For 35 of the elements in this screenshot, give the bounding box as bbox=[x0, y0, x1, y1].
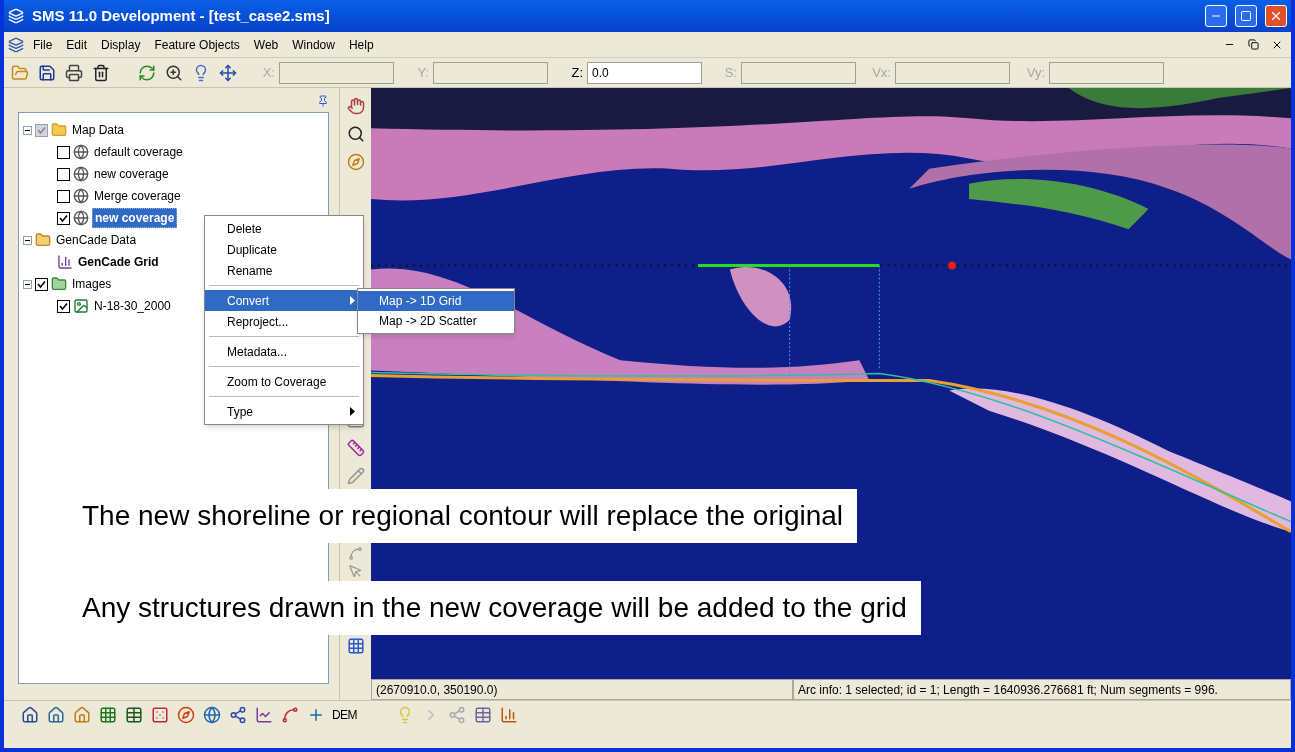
menu-item[interactable]: Map -> 2D Scatter bbox=[358, 311, 514, 331]
menu-item[interactable]: Window bbox=[287, 35, 340, 54]
tree-item[interactable]: N-18-30_2000 bbox=[92, 297, 173, 315]
menu-item[interactable]: Display bbox=[96, 35, 146, 54]
menu-item[interactable]: Help bbox=[343, 35, 379, 54]
dem-button[interactable]: DEM bbox=[330, 702, 359, 727]
field-label: Vx: bbox=[871, 63, 891, 82]
field-label: Z: bbox=[570, 63, 583, 82]
window-title: SMS 11.0 Development - [test_case2.sms] bbox=[32, 5, 331, 26]
menu-item[interactable]: Delete bbox=[205, 218, 363, 239]
field-label: Vy: bbox=[1025, 63, 1045, 82]
tree-item[interactable]: GenCade Grid bbox=[76, 253, 161, 271]
tree-item[interactable]: GenCade Data bbox=[54, 231, 139, 249]
field-label: X: bbox=[261, 63, 275, 82]
coordinate-field[interactable]: 0.0 bbox=[587, 61, 702, 84]
tree-item[interactable]: Images bbox=[70, 275, 114, 293]
menu-item[interactable]: Rename bbox=[205, 260, 363, 281]
tree-item[interactable]: Map Data bbox=[70, 121, 127, 139]
menu-item[interactable]: Map -> 1D Grid bbox=[358, 291, 514, 311]
tree-item[interactable]: default coverage bbox=[92, 143, 185, 161]
field-label: S: bbox=[723, 63, 737, 82]
menu-item[interactable]: Duplicate bbox=[205, 239, 363, 260]
status-info: Arc info: 1 selected; id = 1; Length = 1640936.276681 ft; Num segments = 996. bbox=[793, 679, 1291, 700]
menu-item[interactable]: Zoom to Coverage bbox=[205, 371, 363, 392]
menu-item[interactable]: Metadata... bbox=[205, 341, 363, 362]
tree-item[interactable]: new coverage bbox=[92, 208, 178, 228]
menu-item[interactable]: Feature Objects bbox=[149, 35, 245, 54]
tree-item[interactable]: Merge coverage bbox=[92, 187, 183, 205]
field-label: Y: bbox=[416, 63, 429, 82]
menu-item[interactable]: Edit bbox=[61, 35, 93, 54]
menu-item[interactable]: Type bbox=[205, 401, 363, 422]
status-coordinates: (2670910.0, 350190.0) bbox=[371, 679, 793, 700]
menu-item[interactable]: Web bbox=[248, 35, 284, 54]
tree-item[interactable]: new coverage bbox=[92, 165, 171, 183]
menu-item[interactable]: File bbox=[28, 35, 58, 54]
